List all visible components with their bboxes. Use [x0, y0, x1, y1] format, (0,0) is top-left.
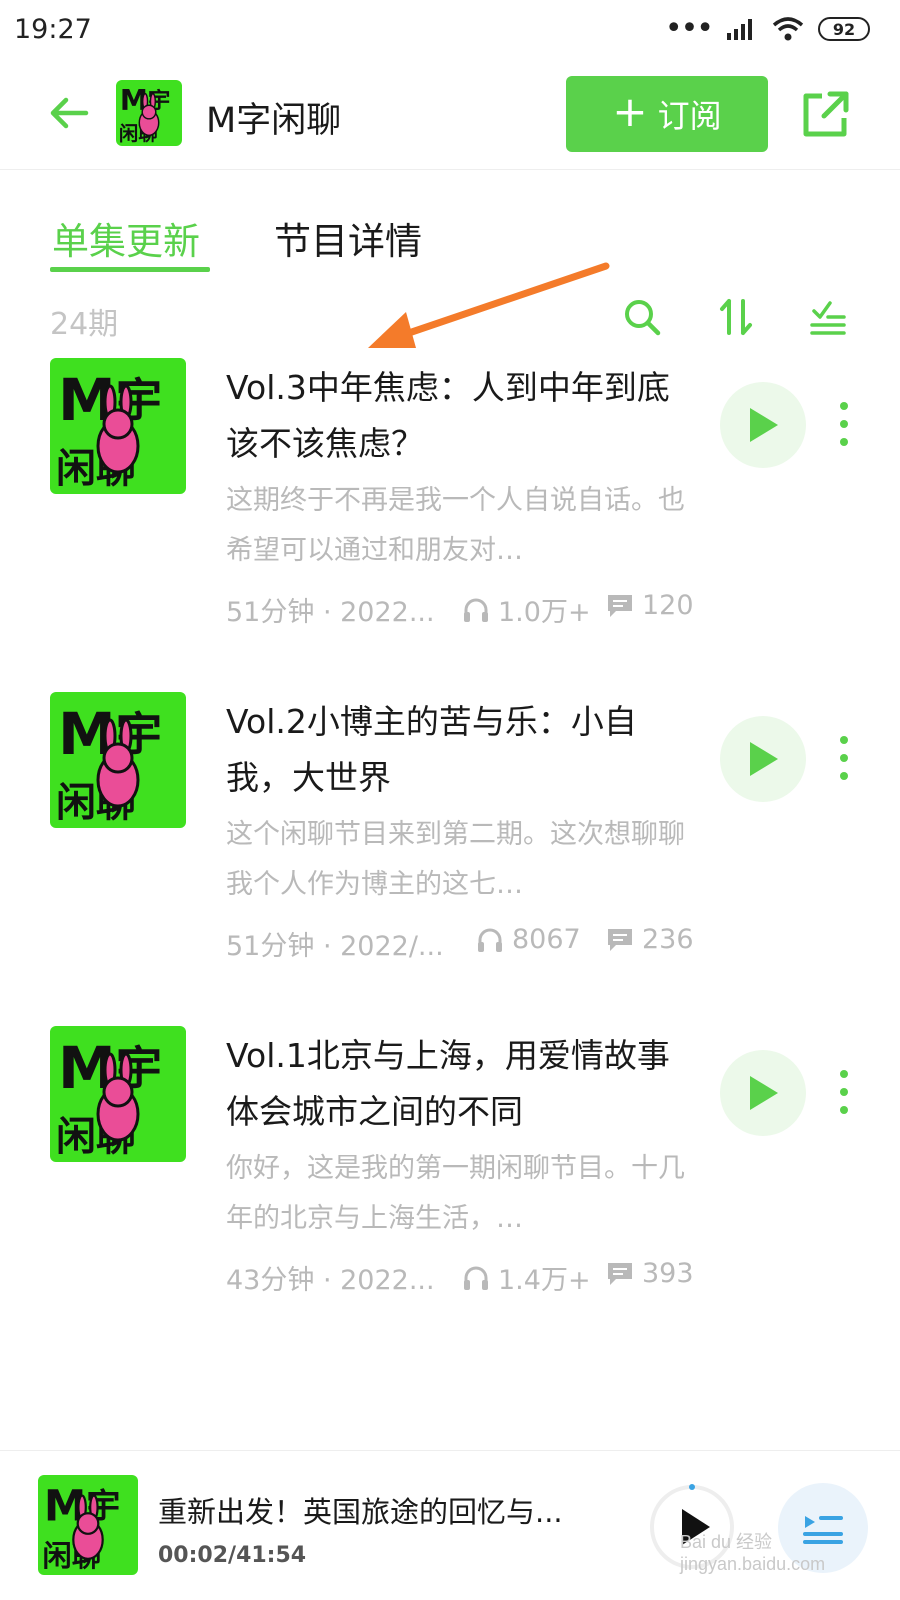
show-cover-thumbnail: M 宇 闲聊	[116, 80, 182, 146]
status-time: 19:27	[14, 14, 92, 45]
episode-cover: M 宇 闲聊	[50, 692, 186, 828]
episode-meta: 51分钟 · 2022/... 8067 236	[226, 924, 696, 964]
comment-count-value: 120	[642, 590, 694, 621]
now-playing-cover[interactable]: M 宇 闲聊	[38, 1475, 138, 1575]
search-icon[interactable]	[620, 295, 664, 339]
listen-count-value: 1.4万+	[498, 1265, 591, 1296]
now-playing-time: 00:02/41:54	[158, 1543, 307, 1568]
more-vertical-icon[interactable]	[834, 400, 854, 448]
status-bar: 19:27 ••• 92	[0, 0, 900, 62]
comment-count: 393	[606, 1258, 694, 1289]
sort-icon[interactable]	[714, 295, 758, 339]
plus-icon: +	[612, 87, 648, 136]
episode-count: 24期	[50, 307, 119, 342]
episode-duration-date: 43分钟 · 2022...	[226, 1265, 435, 1296]
episode-duration-date: 51分钟 · 2022...	[226, 597, 435, 628]
episode-title[interactable]: Vol.3中年焦虑：人到中年到底该不该焦虑？	[226, 360, 686, 472]
header-bar: M 宇 闲聊 M字闲聊 + 订阅	[0, 62, 900, 170]
comment-icon	[608, 1262, 632, 1285]
play-icon	[750, 1076, 778, 1110]
listen-count-value: 1.0万+	[498, 597, 591, 628]
comment-count: 120	[606, 590, 694, 621]
tab-show-details[interactable]: 节目详情	[274, 211, 422, 265]
subscribe-button[interactable]: + 订阅	[566, 76, 768, 152]
show-title: M字闲聊	[206, 101, 342, 141]
episode-title[interactable]: Vol.2小博主的苦与乐：小自我，大世界	[226, 694, 686, 806]
battery-indicator: 92	[818, 17, 870, 41]
watermark: Bai du 经验 jingyan.baidu.com	[680, 1532, 826, 1574]
share-icon[interactable]	[800, 88, 852, 140]
filter-icon[interactable]	[806, 295, 850, 339]
play-button[interactable]	[720, 716, 806, 802]
play-icon	[750, 742, 778, 776]
episode-cover: M 宇 闲聊	[50, 1026, 186, 1162]
listen-count: 8067	[476, 924, 581, 955]
episode-item[interactable]: M 宇 闲聊 Vol.3中年焦虑：人到中年到底该不该焦虑？ 这期终于不再是我一个…	[0, 358, 900, 678]
episode-duration-date: 51分钟 · 2022/...	[226, 931, 444, 962]
episode-description: 这个闲聊节目来到第二期。这次想聊聊我个人作为博主的这七…	[226, 819, 685, 900]
episode-meta: 43分钟 · 2022... 1.4万+ 393	[226, 1258, 696, 1298]
episode-item[interactable]: M 宇 闲聊 Vol.1北京与上海，用爱情故事体会城市之间的不同 你好，这是我的…	[0, 1026, 900, 1346]
episode-title[interactable]: Vol.1北京与上海，用爱情故事体会城市之间的不同	[226, 1028, 686, 1140]
episode-toolbar: 24期	[0, 295, 900, 345]
more-vertical-icon[interactable]	[834, 1068, 854, 1116]
tab-episodes[interactable]: 单集更新	[52, 211, 200, 265]
listen-count: 1.4万+	[462, 1258, 591, 1297]
comment-count-value: 393	[642, 1258, 694, 1289]
notification-dots-icon: •••	[664, 11, 714, 46]
more-vertical-icon[interactable]	[834, 734, 854, 782]
back-arrow-icon[interactable]	[44, 88, 94, 138]
comment-count: 236	[606, 924, 694, 955]
active-tab-indicator	[50, 267, 210, 272]
status-icons: ••• 92	[664, 11, 870, 46]
headphones-icon	[464, 598, 488, 622]
comment-icon	[608, 594, 632, 617]
episode-meta: 51分钟 · 2022... 1.0万+ 120	[226, 590, 696, 630]
episode-description: 这期终于不再是我一个人自说自话。也希望可以通过和朋友对…	[226, 485, 685, 566]
subscribe-label: 订阅	[657, 97, 722, 135]
play-icon	[750, 408, 778, 442]
tab-bar: 单集更新 节目详情	[0, 205, 900, 275]
mini-player[interactable]: M 宇 闲聊 重新出发！英国旅途的回忆与... 00:02/41:54	[0, 1450, 900, 1600]
comment-icon	[608, 928, 632, 951]
listen-count-value: 8067	[512, 924, 581, 955]
listen-count: 1.0万+	[462, 590, 591, 629]
headphones-icon	[464, 1266, 488, 1290]
signal-icon	[727, 19, 752, 40]
episode-description: 你好，这是我的第一期闲聊节目。十几年的北京与上海生活，…	[226, 1153, 685, 1234]
episode-cover: M 宇 闲聊	[50, 358, 186, 494]
play-button[interactable]	[720, 382, 806, 468]
comment-count-value: 236	[642, 924, 694, 955]
wifi-icon	[772, 17, 804, 41]
headphones-icon	[478, 928, 502, 952]
now-playing-title[interactable]: 重新出发！英国旅途的回忆与...	[158, 1489, 598, 1531]
play-button[interactable]	[720, 1050, 806, 1136]
episode-item[interactable]: M 宇 闲聊 Vol.2小博主的苦与乐：小自我，大世界 这个闲聊节目来到第二期。…	[0, 692, 900, 1012]
